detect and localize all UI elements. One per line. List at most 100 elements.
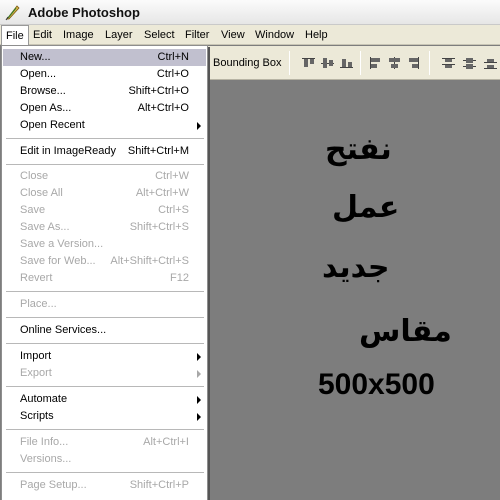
file-menu-close-all[interactable]: Close All Alt+Ctrl+W <box>3 185 206 202</box>
options-separator <box>289 51 290 75</box>
submenu-arrow-icon <box>197 122 201 130</box>
menu-item-shortcut: Ctrl+W <box>155 170 189 182</box>
menu-bar: File Edit Image Layer Select Filter View… <box>0 25 500 45</box>
menu-separator <box>6 164 204 165</box>
submenu-arrow-icon <box>197 396 201 404</box>
menu-item-shortcut: Shift+Ctrl+M <box>127 145 189 157</box>
align-horizontal-centers-icon[interactable] <box>387 56 402 70</box>
arabic-line-new-work: عمل <box>332 190 400 225</box>
file-menu-browse[interactable]: Browse... Shift+Ctrl+O <box>3 83 206 100</box>
submenu-arrow-icon <box>197 353 201 361</box>
menu-item-label: Edit in ImageReady <box>20 145 116 157</box>
menu-separator <box>6 429 204 430</box>
menu-filter[interactable]: Filter <box>181 25 213 45</box>
file-menu-export[interactable]: Export <box>3 365 206 382</box>
menu-item-label: Save for Web... <box>20 255 96 267</box>
menu-item-shortcut: Ctrl+S <box>158 204 189 216</box>
file-menu-save-as[interactable]: Save As... Shift+Ctrl+S <box>3 219 206 236</box>
arabic-line-new: جديد <box>322 250 390 285</box>
menu-item-label: Open Recent <box>20 119 85 131</box>
file-menu-file-info[interactable]: File Info... Alt+Ctrl+I <box>3 434 206 451</box>
document-canvas[interactable]: نفتح عمل جديد مقاس 500x500 <box>207 80 500 500</box>
menu-separator <box>6 291 204 292</box>
menu-separator <box>6 138 204 139</box>
distribute-top-edges-icon[interactable] <box>441 56 456 70</box>
menu-separator <box>6 343 204 344</box>
file-menu-close[interactable]: Close Ctrl+W <box>3 168 206 185</box>
menu-item-shortcut: F12 <box>170 272 189 284</box>
align-bottom-edges-icon[interactable] <box>339 56 354 70</box>
menu-image[interactable]: Image <box>59 25 98 45</box>
menu-select[interactable]: Select <box>140 25 179 45</box>
menu-item-label: Automate <box>20 393 68 405</box>
distribute-vertical-centers-icon[interactable] <box>462 56 477 70</box>
file-menu-open-as[interactable]: Open As... Alt+Ctrl+O <box>3 100 206 117</box>
menu-item-label: Close All <box>20 187 63 199</box>
menu-item-shortcut: Alt+Shift+Ctrl+S <box>110 255 189 267</box>
options-bar: Bounding Box <box>207 46 500 80</box>
options-separator <box>429 51 430 75</box>
menu-separator <box>6 317 204 318</box>
menu-item-shortcut: Ctrl+N <box>157 51 189 63</box>
file-menu-open-recent[interactable]: Open Recent <box>3 117 206 134</box>
menu-item-label: Revert <box>20 272 53 284</box>
menu-item-label: Browse... <box>20 85 66 97</box>
menu-item-label: File Info... <box>20 436 69 448</box>
file-menu-open[interactable]: Open... Ctrl+O <box>3 66 206 83</box>
file-menu-dropdown: New... Ctrl+N Open... Ctrl+O Browse... S… <box>1 45 208 500</box>
window-title: Adobe Photoshop <box>28 5 140 20</box>
menu-item-label: Versions... <box>20 453 72 465</box>
photoshop-feather-icon <box>5 5 20 21</box>
menu-item-label: Import <box>20 350 52 362</box>
file-menu-automate[interactable]: Automate <box>3 391 206 408</box>
menu-separator <box>6 472 204 473</box>
menu-view[interactable]: View <box>217 25 249 45</box>
menu-item-shortcut: Shift+Ctrl+O <box>128 85 189 97</box>
file-menu-edit-in-imageready[interactable]: Edit in ImageReady Shift+Ctrl+M <box>3 143 206 160</box>
file-menu-versions[interactable]: Versions... <box>3 451 206 468</box>
file-menu-save[interactable]: Save Ctrl+S <box>3 202 206 219</box>
menu-layer[interactable]: Layer <box>101 25 137 45</box>
options-separator <box>360 51 361 75</box>
menu-item-label: Save <box>20 204 46 216</box>
menu-item-label: Save a Version... <box>20 238 104 250</box>
menu-item-label: New... <box>20 51 51 63</box>
file-menu-revert[interactable]: Revert F12 <box>3 270 206 287</box>
distribute-bottom-edges-icon[interactable] <box>483 56 498 70</box>
menu-item-label: Open As... <box>20 102 72 114</box>
title-bar: Adobe Photoshop <box>0 0 500 25</box>
align-top-edges-icon[interactable] <box>301 56 316 70</box>
file-menu-save-a-version[interactable]: Save a Version... <box>3 236 206 253</box>
file-menu-save-for-web[interactable]: Save for Web... Alt+Shift+Ctrl+S <box>3 253 206 270</box>
arabic-line-size: مقاس <box>359 314 452 349</box>
menu-item-shortcut: Ctrl+O <box>156 68 189 80</box>
canvas-size-text: 500x500 <box>318 368 435 401</box>
file-menu-place[interactable]: Place... <box>3 296 206 313</box>
file-menu-page-setup[interactable]: Page Setup... Shift+Ctrl+P <box>3 477 206 494</box>
file-menu-new[interactable]: New... Ctrl+N <box>3 49 206 66</box>
menu-window[interactable]: Window <box>251 25 298 45</box>
align-left-edges-icon[interactable] <box>368 56 383 70</box>
menu-file[interactable]: File <box>1 25 29 45</box>
submenu-arrow-icon <box>197 413 201 421</box>
arabic-line-open: نفتح <box>325 132 392 167</box>
align-right-edges-icon[interactable] <box>406 56 421 70</box>
menu-edit[interactable]: Edit <box>29 25 56 45</box>
menu-separator <box>6 386 204 387</box>
menu-item-label: Open... <box>20 68 57 80</box>
menu-item-label: Export <box>20 367 52 379</box>
menu-item-label: Online Services... <box>20 324 107 336</box>
menu-item-label: Close <box>20 170 49 182</box>
menu-help[interactable]: Help <box>301 25 332 45</box>
menu-item-shortcut: Alt+Ctrl+W <box>135 187 189 199</box>
file-menu-scripts[interactable]: Scripts <box>3 408 206 425</box>
menu-item-shortcut: Shift+Ctrl+S <box>129 221 189 233</box>
menu-item-label: Save As... <box>20 221 70 233</box>
menu-item-label: Scripts <box>20 410 54 422</box>
align-vertical-centers-icon[interactable] <box>320 56 335 70</box>
file-menu-import[interactable]: Import <box>3 348 206 365</box>
bounding-box-label[interactable]: Bounding Box <box>213 57 282 69</box>
menu-item-shortcut: Alt+Ctrl+I <box>143 436 189 448</box>
file-menu-online-services[interactable]: Online Services... <box>3 322 206 339</box>
menu-item-shortcut: Alt+Ctrl+O <box>137 102 189 114</box>
